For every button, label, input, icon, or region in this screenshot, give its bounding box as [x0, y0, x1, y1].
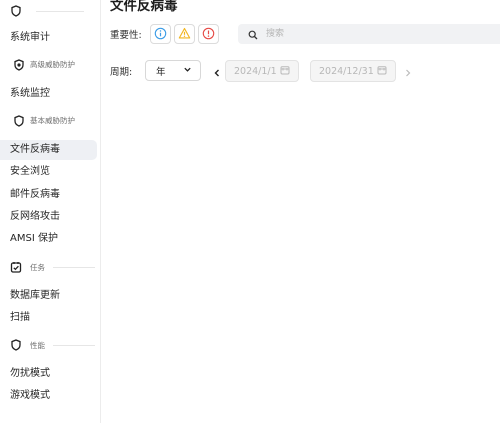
- sidebar-group-basic-protection: 基本威胁防护: [0, 111, 97, 131]
- sidebar-group-label: 任务: [30, 262, 45, 272]
- severity-label: 重要性:: [110, 30, 142, 41]
- sidebar-item-dnd-mode[interactable]: 勿扰模式: [0, 364, 97, 384]
- sidebar-subgroup-advanced-protection[interactable]: 高级威胁防护: [0, 55, 97, 75]
- error-circle-icon: [202, 25, 215, 44]
- sidebar-top-group: [10, 1, 84, 21]
- sidebar-subgroup-label: 高级威胁防护: [30, 60, 75, 69]
- search-input[interactable]: [264, 28, 468, 40]
- info-circle-icon: [154, 25, 167, 44]
- calendar-icon: [377, 65, 387, 78]
- chevron-left-icon: [213, 62, 221, 81]
- sidebar-item-amsi[interactable]: AMSI 保护: [0, 229, 97, 249]
- sidebar-group-tasks: 任务: [10, 257, 95, 277]
- sidebar-item-label: 勿扰模式: [10, 368, 50, 379]
- sidebar-item-label: 游戏模式: [10, 390, 50, 401]
- divider: [36, 10, 84, 12]
- sidebar-item-label: 文件反病毒: [10, 144, 60, 155]
- task-icon: [10, 261, 22, 273]
- period-select-value: 年: [156, 66, 166, 78]
- period-select[interactable]: 年: [145, 60, 201, 81]
- chevron-down-icon: [183, 65, 192, 77]
- shield-dot-icon: [13, 59, 25, 71]
- sidebar-item-label: 反网络攻击: [10, 211, 60, 222]
- sidebar-item-safe-browsing[interactable]: 安全浏览: [0, 162, 97, 182]
- sidebar-item-label: 数据库更新: [10, 290, 60, 301]
- sidebar-item-file-antivirus[interactable]: 文件反病毒: [0, 140, 97, 160]
- sidebar-item-game-mode[interactable]: 游戏模式: [0, 386, 97, 406]
- shield-icon: [13, 115, 25, 127]
- sidebar-group-performance: 性能: [10, 335, 95, 355]
- severity-error-button[interactable]: [197, 24, 219, 44]
- sidebar-item-network-attack[interactable]: 反网络攻击: [0, 207, 97, 227]
- next-period-button[interactable]: [402, 64, 414, 78]
- sidebar-item-mail-antivirus[interactable]: 邮件反病毒: [0, 185, 97, 205]
- sidebar: 系统审计 高级威胁防护 系统监控 基本威胁防护 文件反病毒 安全浏览 邮件反病毒…: [0, 0, 101, 423]
- sidebar-item-system-monitor[interactable]: 系统监控: [0, 84, 97, 104]
- prev-period-button[interactable]: [211, 64, 223, 78]
- chevron-right-icon: [404, 62, 412, 81]
- divider: [53, 266, 95, 268]
- sidebar-item-label: 扫描: [10, 312, 30, 323]
- period-label: 周期:: [110, 67, 133, 78]
- search-box[interactable]: [238, 24, 500, 44]
- sidebar-group-label: 基本威胁防护: [30, 116, 75, 125]
- divider: [53, 344, 95, 346]
- date-end-value: 2024/12/31: [319, 65, 374, 77]
- sidebar-group-label: 性能: [30, 340, 45, 350]
- severity-warning-button[interactable]: [173, 24, 195, 44]
- severity-info-button[interactable]: [149, 24, 171, 44]
- shield-icon: [10, 339, 22, 351]
- date-start-field[interactable]: 2024/1/1: [225, 60, 299, 82]
- date-start-value: 2024/1/1: [234, 65, 277, 77]
- shield-icon: [10, 5, 22, 17]
- page-title: 文件反病毒: [110, 0, 178, 14]
- warning-triangle-icon: [178, 25, 191, 44]
- calendar-icon: [280, 65, 290, 78]
- date-end-field[interactable]: 2024/12/31: [310, 60, 396, 82]
- sidebar-item-system-audit[interactable]: 系统审计: [0, 28, 97, 48]
- sidebar-item-label: 系统监控: [10, 88, 50, 99]
- sidebar-item-scan[interactable]: 扫描: [0, 308, 97, 328]
- severity-filter: 重要性:: [110, 24, 219, 44]
- sidebar-item-label: 系统审计: [10, 32, 50, 43]
- sidebar-item-db-update[interactable]: 数据库更新: [0, 286, 97, 306]
- search-icon: [238, 25, 258, 44]
- sidebar-item-label: 安全浏览: [10, 166, 50, 177]
- sidebar-item-label: AMSI 保护: [10, 233, 58, 244]
- sidebar-item-label: 邮件反病毒: [10, 189, 60, 200]
- period-filter: 周期:: [110, 60, 132, 82]
